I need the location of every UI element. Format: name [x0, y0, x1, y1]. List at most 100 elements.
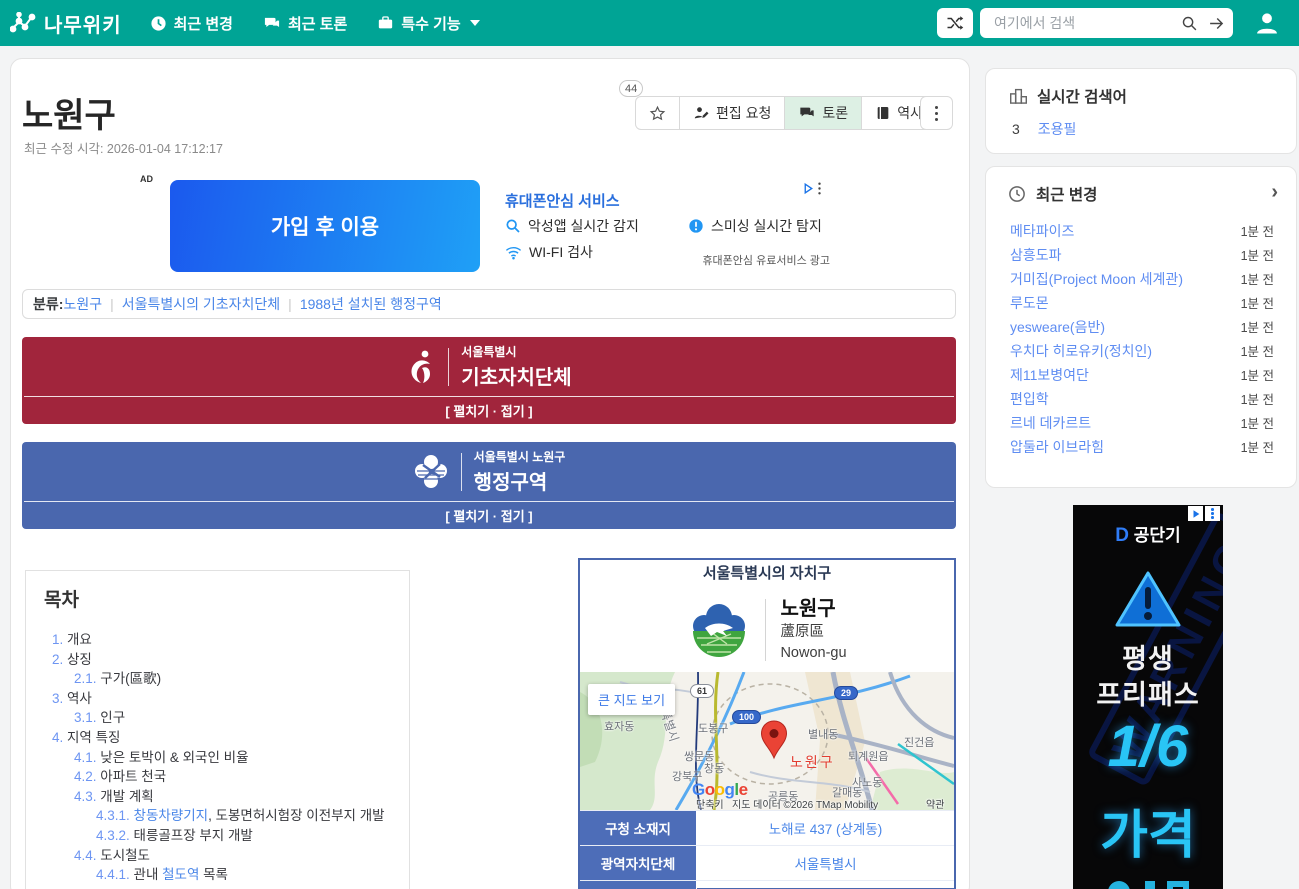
recent-changes-header: 최근 변경	[1008, 183, 1296, 205]
recent-change-row: 르네 데카르트 1분 전	[1010, 415, 1274, 431]
toc-item: 2. 상징	[52, 651, 92, 667]
category-link[interactable]: 노원구	[63, 294, 102, 314]
infobox-header: 서울특별시의 자치구	[702, 565, 832, 582]
recent-change-row: yesweare(음반) 1분 전	[1010, 319, 1274, 335]
recent-change-row: 메타파이즈 1분 전	[1010, 223, 1274, 239]
adchoices-icon[interactable]	[1188, 506, 1203, 521]
book-icon	[877, 107, 889, 119]
district-romanization: Nowon-gu	[780, 645, 847, 661]
chat-bubbles-icon	[264, 17, 280, 27]
road-shield: 61	[690, 684, 715, 698]
map-terms-link[interactable]: 약관	[926, 796, 944, 810]
discuss-button[interactable]: 토론	[784, 96, 863, 130]
infobox-row-value[interactable]: 서울특별시	[794, 853, 856, 873]
toc-item: 4.3.2. 태릉골프장 부지 개발	[96, 827, 253, 843]
ad-feature-label: WI-FI 검사	[529, 244, 593, 260]
trending-link[interactable]: 조용필	[1038, 121, 1077, 137]
banner-subtitle: 서울특별시 노원구	[473, 450, 566, 464]
main-nav: 최근 변경 최근 토론 특수 기능	[150, 13, 480, 34]
road-shield: 29	[834, 686, 859, 700]
ad-feature-label: 스미싱 실시간 탐지	[711, 218, 822, 234]
vertical-dots-icon	[935, 111, 938, 115]
go-arrow-icon[interactable]	[1208, 15, 1225, 32]
nav-special-functions[interactable]: 특수 기능	[377, 13, 480, 34]
star-icon	[649, 105, 666, 120]
map-data-attribution: 지도 데이터 ©2026 TMap Mobility	[732, 800, 879, 810]
random-article-button[interactable]	[937, 8, 973, 38]
sidebar-ad-banner[interactable]: WARNING D 공단기 평생 프리패스 1/6 가격	[1073, 505, 1223, 889]
history-clock-icon	[151, 15, 166, 31]
nowon-symbol-icon	[414, 454, 447, 488]
recent-change-row: 우치다 히로유키(정치인) 1분 전	[1010, 343, 1274, 359]
ad-feature-malware[interactable]: 악성앱 실시간 감지	[505, 216, 639, 236]
recent-change-row: 제11보병여단 1분 전	[1010, 367, 1274, 383]
vertical-dots-icon	[818, 187, 821, 190]
banner-subtitle: 서울특별시	[461, 345, 517, 359]
ad-partial-glyph	[1167, 881, 1189, 889]
discuss-label: 토론	[822, 105, 849, 121]
adchoices-control[interactable]	[802, 182, 821, 195]
infobox-row: 구청 소재지 노해로 437 (상계동)	[580, 810, 954, 845]
seoul-district-banner: 서울특별시 기초자치단체 [ 펼치기 · 접기 ]	[22, 337, 956, 424]
toc-item: 4.4. 도시철도	[74, 847, 150, 863]
ad-disclaimer: 휴대폰안심 유료서비스 광고	[702, 255, 830, 267]
more-options-button[interactable]	[920, 96, 953, 130]
trending-item: 3 조용필	[1012, 119, 1296, 139]
nav-label: 특수 기능	[401, 15, 461, 33]
category-label: 분류:	[33, 296, 64, 312]
nav-recent-changes[interactable]: 최근 변경	[150, 13, 233, 34]
star-button[interactable]	[635, 96, 680, 130]
chevron-right-icon[interactable]: ›	[1271, 181, 1278, 204]
location-map[interactable]: 효자동 서울특별시 도봉구 쌍문동 창동 강북구 별내동 퇴계원읍 진건읍 사노…	[580, 672, 954, 810]
toc-item: 4.4.1. 관내 철도역 목록	[96, 867, 228, 883]
ad-line-2: 프리패스	[1096, 680, 1200, 710]
map-shortcuts-link[interactable]: 단축키	[696, 796, 724, 810]
category-link[interactable]: 서울특별시의 기초자치단체	[122, 294, 280, 314]
search-input[interactable]	[992, 14, 1181, 32]
search-icon[interactable]	[1181, 15, 1198, 32]
toc-item: 4. 지역 특징	[52, 729, 121, 745]
site-title: 나무위키	[44, 14, 122, 37]
namuwiki-logo[interactable]: 나무위키	[10, 9, 122, 38]
infobox-row-value[interactable]: 노해로 437 (상계동)	[769, 818, 883, 838]
trending-header: 실시간 검색어	[1010, 85, 1296, 107]
banner-title: 기초자치단체	[461, 367, 572, 389]
discussion-icon	[800, 107, 815, 117]
shuffle-icon	[947, 16, 964, 30]
table-of-contents: 목차 1. 개요 2. 상징 2.1. 구가(區歌) 3. 역사 3.1. 인구…	[25, 570, 410, 889]
expand-collapse-toggle[interactable]: [ 펼치기 · 접기 ]	[22, 397, 956, 424]
ad-partial-glyph	[1145, 881, 1155, 889]
ad-close-menu-icon[interactable]	[1205, 506, 1220, 521]
view-larger-map-button[interactable]: 큰 지도 보기	[588, 684, 676, 715]
trending-rank: 3	[1012, 121, 1020, 137]
ad-brand-logo: D 공단기	[1115, 525, 1181, 546]
account-icon[interactable]	[1253, 9, 1281, 42]
warning-triangle-icon	[1115, 571, 1181, 627]
chevron-down-icon	[469, 20, 480, 26]
expand-collapse-toggle[interactable]: [ 펼치기 · 접기 ]	[22, 502, 956, 529]
ad-partial-glyph	[1108, 881, 1130, 889]
infobox-divider	[765, 599, 767, 661]
ad-service-title[interactable]: 휴대폰안심 서비스	[505, 190, 620, 211]
nav-label: 최근 토론	[287, 15, 348, 33]
ad-cta-button[interactable]: 가입 후 이용	[170, 180, 480, 272]
toc-item: 4.2. 아파트 천국	[74, 769, 167, 785]
trending-searches-card: 실시간 검색어 3 조용필	[985, 68, 1297, 154]
category-separator: |	[288, 296, 292, 312]
recent-change-row: 거미집(Project Moon 세계관) 1분 전	[1010, 271, 1274, 287]
magnifier-icon	[506, 219, 520, 233]
ad-line-1: 평생	[1122, 644, 1174, 674]
toc-item: 3. 역사	[52, 690, 92, 706]
nav-label: 최근 변경	[173, 15, 233, 33]
banner-title: 행정구역	[473, 472, 548, 494]
nav-recent-discussions[interactable]: 최근 토론	[263, 13, 347, 34]
adchoices-icon	[804, 182, 813, 195]
infobox-row-header: 광역자치단체	[580, 846, 697, 880]
district-hanja: 蘆原區	[780, 623, 824, 640]
ad-feature-smishing[interactable]: 스미싱 실시간 탐지	[688, 216, 822, 236]
infobox-row-partial	[580, 880, 954, 889]
edit-request-button[interactable]: 편집 요청	[679, 96, 786, 130]
ad-feature-wifi[interactable]: WI-FI 검사	[505, 242, 593, 262]
recent-changes-card: 최근 변경 › 메타파이즈 1분 전 삼흥도파 1분 전 거미집(Project M…	[985, 166, 1297, 488]
category-link[interactable]: 1988년 설치된 행정구역	[300, 294, 442, 314]
